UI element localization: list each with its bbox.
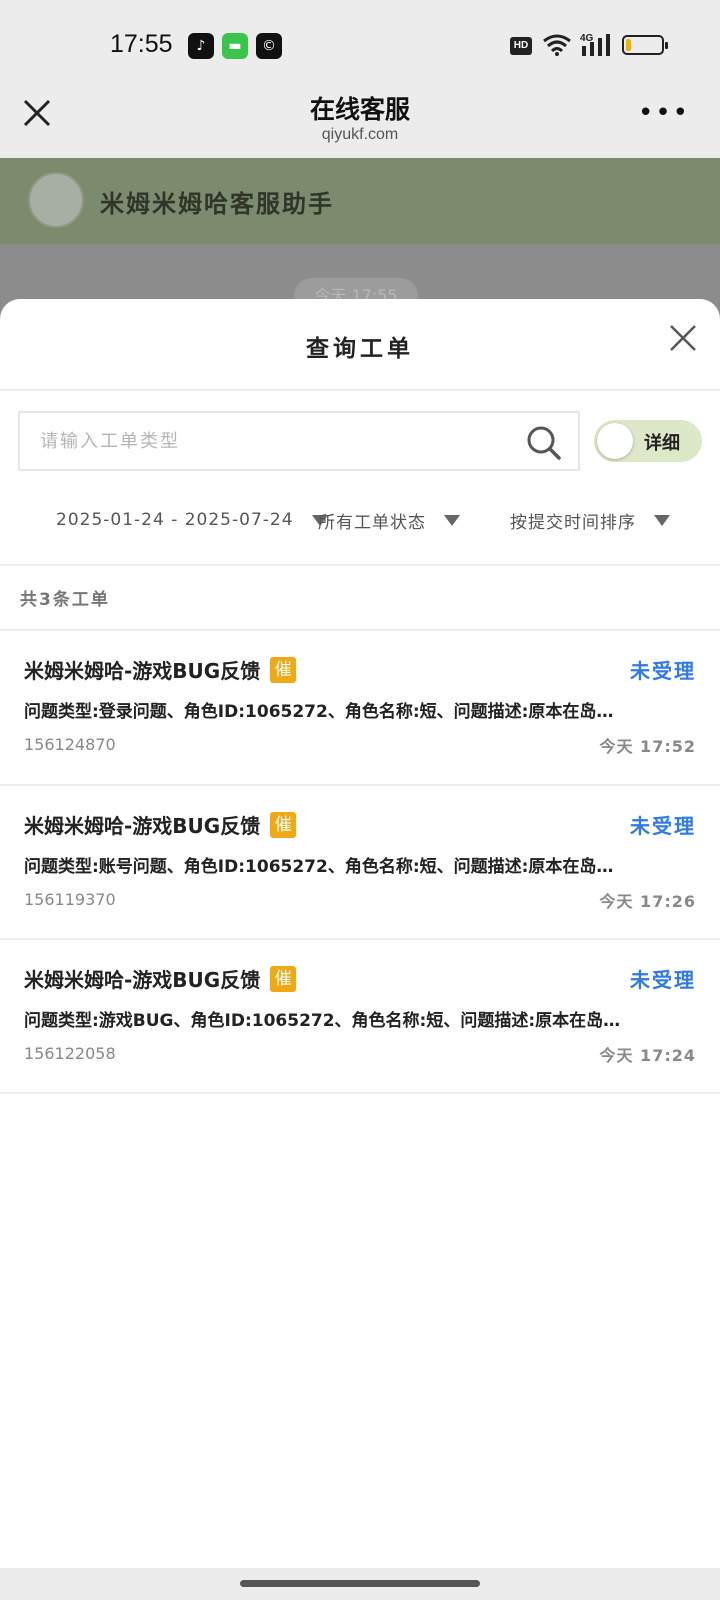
ticket-id: 156119370 <box>24 890 116 909</box>
battery-icon <box>622 35 668 55</box>
sort-filter[interactable]: 按提交时间排序 <box>510 505 670 535</box>
search-icon[interactable] <box>526 425 562 461</box>
sheet-title: 查询工单 <box>306 336 414 362</box>
battery-level <box>626 39 631 51</box>
status-filter-label: 所有工单状态 <box>318 512 426 533</box>
ticket-time: 今天 17:26 <box>599 892 696 911</box>
gesture-bar <box>0 1568 720 1600</box>
detail-toggle[interactable]: 详细 <box>594 420 702 462</box>
tiktok-icon: ♪ <box>188 33 214 59</box>
search-input[interactable] <box>40 427 500 455</box>
ticket-title: 米姆米姆哈-游戏BUG反馈 催 <box>24 655 297 684</box>
message-icon: ▬ <box>222 33 248 59</box>
ticket-title: 米姆米姆哈-游戏BUG反馈 催 <box>24 964 297 993</box>
ticket-status: 未受理 <box>630 659 696 683</box>
wifi-icon <box>543 34 571 56</box>
urge-badge[interactable]: 催 <box>270 811 297 838</box>
ticket-count: 共3条工单 <box>20 590 110 610</box>
chat-name: 米姆米姆哈客服助手 <box>100 190 334 218</box>
status-bar: 17:55 ♪ ▬ © HD 4G <box>0 0 720 90</box>
app-icon: © <box>256 33 282 59</box>
ticket-id: 156122058 <box>24 1044 116 1063</box>
page-title: 在线客服 <box>309 95 410 124</box>
ticket-time: 今天 17:52 <box>599 737 696 756</box>
caret-down-icon <box>444 514 460 526</box>
toggle-label: 详细 <box>644 433 680 454</box>
status-filter[interactable]: 所有工单状态 <box>318 505 460 535</box>
ticket-time: 今天 17:24 <box>599 1046 696 1065</box>
ticket-description: 问题类型:账号问题、角色ID:1065272、角色名称:短、问题描述:原本在岛… <box>24 857 614 877</box>
divider <box>0 564 720 566</box>
toggle-knob <box>597 423 633 459</box>
ticket-title-text: 米姆米姆哈-游戏BUG反馈 <box>24 968 261 992</box>
home-indicator[interactable] <box>240 1580 480 1587</box>
date-range-label: 2025-01-24 - 2025-07-24 <box>56 510 294 530</box>
signal-icon: 4G <box>580 33 610 56</box>
urge-badge[interactable]: 催 <box>270 965 297 992</box>
ticket-item[interactable]: 米姆米姆哈-游戏BUG反馈 催 未受理 问题类型:游戏BUG、角色ID:1065… <box>0 940 720 1092</box>
ticket-title: 米姆米姆哈-游戏BUG反馈 催 <box>24 810 297 839</box>
ticket-title-text: 米姆米姆哈-游戏BUG反馈 <box>24 814 261 838</box>
ticket-id: 156124870 <box>24 735 116 754</box>
sort-filter-label: 按提交时间排序 <box>510 512 636 533</box>
filter-bar: 2025-01-24 - 2025-07-24 所有工单状态 按提交时间排序 <box>0 505 720 535</box>
status-time: 17:55 <box>110 30 173 58</box>
ticket-status: 未受理 <box>630 968 696 992</box>
page-subtitle: qiyukf.com <box>321 126 399 143</box>
chat-header: 米姆米姆哈客服助手 <box>0 158 720 244</box>
avatar <box>28 172 84 228</box>
divider <box>0 1092 720 1094</box>
ticket-description: 问题类型:登录问题、角色ID:1065272、角色名称:短、问题描述:原本在岛… <box>24 702 614 722</box>
ticket-status: 未受理 <box>630 814 696 838</box>
urge-badge[interactable]: 催 <box>270 656 297 683</box>
ticket-title-text: 米姆米姆哈-游戏BUG反馈 <box>24 659 261 683</box>
more-options-icon[interactable]: ••• <box>638 100 690 126</box>
query-ticket-sheet: 查询工单 详细 2025-01-24 - 2025-07-24 所有工单状态 按… <box>0 299 720 1569</box>
hd-badge: HD <box>510 37 532 55</box>
search-box[interactable] <box>18 411 580 471</box>
ticket-item[interactable]: 米姆米姆哈-游戏BUG反馈 催 未受理 问题类型:登录问题、角色ID:10652… <box>0 631 720 783</box>
ticket-item[interactable]: 米姆米姆哈-游戏BUG反馈 催 未受理 问题类型:账号问题、角色ID:10652… <box>0 786 720 938</box>
divider <box>0 389 720 391</box>
nav-bar: 在线客服 qiyukf.com ••• <box>0 90 720 158</box>
ticket-description: 问题类型:游戏BUG、角色ID:1065272、角色名称:短、问题描述:原本在岛… <box>24 1011 621 1031</box>
caret-down-icon <box>654 514 670 526</box>
close-icon[interactable] <box>668 323 698 353</box>
date-range-filter[interactable]: 2025-01-24 - 2025-07-24 <box>56 505 328 535</box>
